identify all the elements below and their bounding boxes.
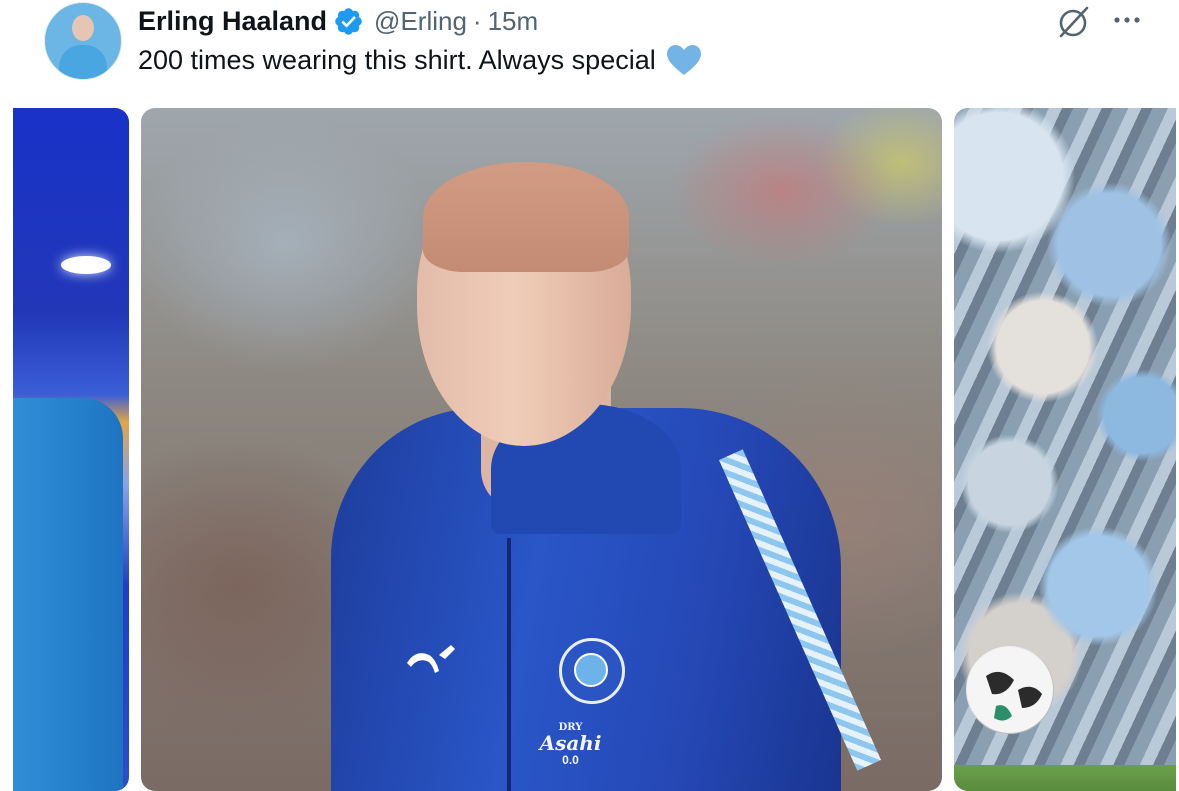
grok-icon[interactable] bbox=[1055, 4, 1091, 40]
avatar-figure-head bbox=[72, 15, 94, 41]
author-name[interactable]: Erling Haaland bbox=[138, 6, 327, 37]
author-avatar[interactable] bbox=[44, 2, 122, 80]
header-separator: · bbox=[472, 5, 482, 36]
jacket-zipper bbox=[507, 538, 511, 791]
football-icon bbox=[966, 646, 1054, 734]
club-crest-shield bbox=[574, 653, 608, 687]
tweet-header: Erling Haaland @Erling · 15m bbox=[138, 4, 538, 38]
player-hair bbox=[423, 162, 629, 272]
media-photo-right[interactable] bbox=[954, 108, 1176, 791]
sponsor-logo: DRY Asahi 0.0 bbox=[533, 722, 608, 768]
tweet-text: 200 times wearing this shirt. Always spe… bbox=[138, 44, 656, 75]
media-photo-main[interactable]: DRY Asahi 0.0 bbox=[141, 108, 942, 791]
sponsor-logo-bottom: 0.0 bbox=[562, 753, 579, 767]
verified-badge-icon bbox=[335, 7, 362, 35]
more-options-icon[interactable] bbox=[1112, 8, 1142, 32]
puma-logo-icon bbox=[407, 645, 455, 673]
sponsor-logo-top: DRY bbox=[558, 722, 583, 733]
pitch-grass bbox=[954, 765, 1176, 791]
ceiling-light bbox=[61, 256, 111, 274]
tweet-timestamp[interactable]: 15m bbox=[488, 6, 539, 37]
media-photo-left[interactable] bbox=[13, 108, 129, 791]
player-sleeve bbox=[13, 398, 123, 791]
author-handle[interactable]: @Erling bbox=[374, 6, 467, 37]
club-crest-icon bbox=[559, 638, 625, 704]
tweet[interactable]: Erling Haaland @Erling · 15m 200 times w… bbox=[0, 0, 1179, 791]
light-blue-heart-icon bbox=[666, 45, 701, 75]
tweet-text-row: 200 times wearing this shirt. Always spe… bbox=[138, 44, 702, 76]
avatar-figure-body bbox=[59, 45, 107, 79]
